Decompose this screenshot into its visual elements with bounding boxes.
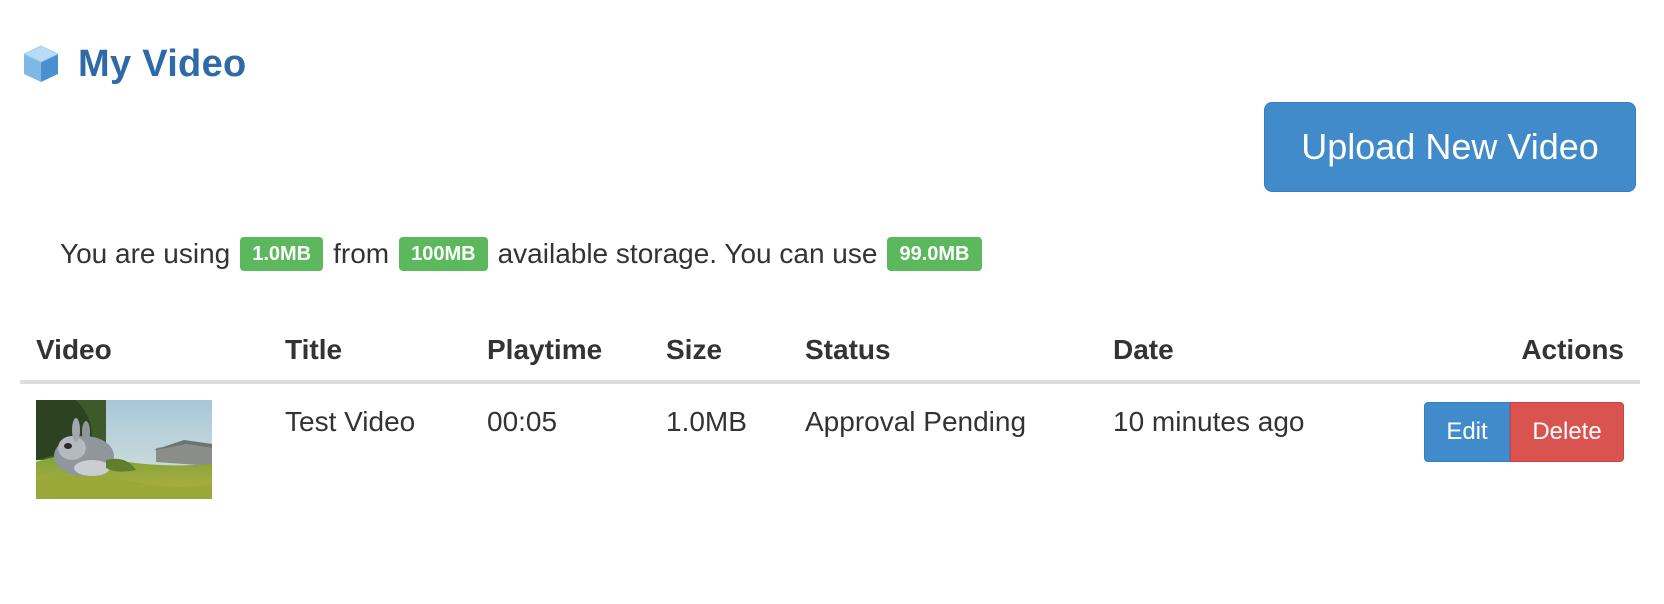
upload-new-video-button[interactable]: Upload New Video [1264, 102, 1636, 192]
video-size: 1.0MB [666, 406, 747, 437]
page-title: My Video [78, 42, 247, 85]
video-thumbnail[interactable] [36, 400, 212, 499]
video-actions-group: Edit Delete [1424, 402, 1624, 462]
storage-suffix: available storage. You can use [497, 238, 878, 269]
video-date: 10 minutes ago [1113, 406, 1305, 437]
storage-total-badge: 100MB [399, 237, 488, 271]
video-actions-cell: Edit Delete [1400, 382, 1640, 511]
page-header: My Video [22, 36, 247, 92]
delete-button[interactable]: Delete [1510, 402, 1624, 462]
video-thumbnail-cell [20, 382, 269, 511]
cube-icon [22, 44, 60, 84]
page: My Video Upload New Video You are using … [0, 0, 1664, 604]
table-row: Test Video 00:05 1.0MB Approval Pending … [20, 382, 1640, 511]
video-status: Approval Pending [805, 406, 1027, 437]
video-title: Test Video [285, 406, 416, 437]
storage-prefix: You are using [60, 238, 231, 269]
storage-used-badge: 1.0MB [240, 237, 324, 271]
storage-middle: from [333, 238, 390, 269]
column-header-actions: Actions [1400, 320, 1640, 384]
table-header-row: Video Title Playtime Size Status Date Ac… [20, 320, 1640, 384]
column-header-status: Status [789, 320, 1097, 384]
column-header-title: Title [269, 320, 471, 384]
column-header-video: Video [20, 320, 269, 384]
column-header-size: Size [650, 320, 789, 384]
storage-remaining-badge: 99.0MB [887, 237, 982, 271]
storage-usage-text: You are using 1.0MB from 100MB available… [60, 234, 992, 274]
edit-button[interactable]: Edit [1424, 402, 1510, 462]
video-table: Video Title Playtime Size Status Date Ac… [20, 320, 1640, 511]
column-header-playtime: Playtime [471, 320, 650, 384]
video-playtime: 00:05 [487, 406, 558, 437]
column-header-date: Date [1097, 320, 1400, 384]
